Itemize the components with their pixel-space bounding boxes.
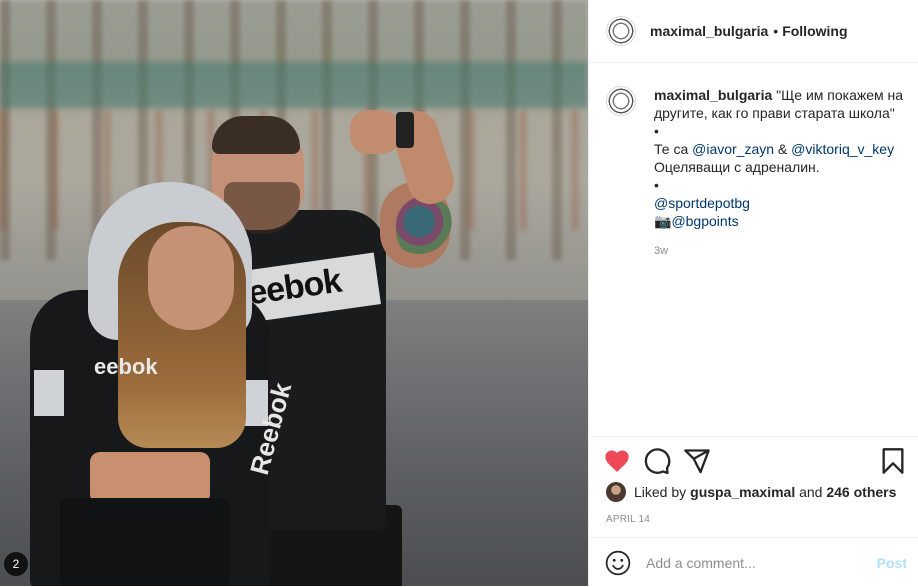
post-side-panel: maximal_bulgaria • Following maximal_bul… xyxy=(588,0,918,586)
mention-bgpoints[interactable]: @bgpoints xyxy=(671,213,738,229)
man-watch xyxy=(396,112,414,148)
camera-emoji: 📷 xyxy=(654,213,672,229)
following-button[interactable]: Following xyxy=(782,23,847,39)
woman-top-logo: eebok xyxy=(94,354,158,379)
woman-sleeve-stripe-left xyxy=(34,370,64,416)
header-username[interactable]: maximal_bulgaria xyxy=(650,23,768,39)
man-tattoo xyxy=(396,196,454,260)
woman-midriff xyxy=(90,452,210,504)
background-scaffold xyxy=(0,62,588,108)
profile-avatar[interactable] xyxy=(606,16,636,46)
caption-line-2-mid: & xyxy=(774,141,792,157)
comment-input[interactable]: Add a comment... xyxy=(646,555,877,571)
caption-line-2-prefix: Те са xyxy=(654,141,693,157)
mention-viktoriq-v-key[interactable]: @viktoriq_v_key xyxy=(791,141,894,157)
caption-line-3: Оцеляващи с адреналин. xyxy=(654,159,820,175)
post-header: maximal_bulgaria • Following xyxy=(589,0,918,63)
man-fist xyxy=(350,110,400,154)
post-button[interactable]: Post xyxy=(877,555,907,571)
likes-line: Liked by guspa_maximal and 246 others xyxy=(606,482,896,502)
post-photo[interactable]: eebok eebok Reebok 2 xyxy=(0,0,588,586)
share-icon[interactable] xyxy=(683,447,711,475)
caption-avatar[interactable] xyxy=(606,86,636,116)
comment-icon[interactable] xyxy=(643,447,671,475)
bookmark-icon[interactable] xyxy=(879,447,907,475)
man-hair xyxy=(212,116,300,154)
likes-prefix: Liked by xyxy=(634,484,687,500)
action-bar xyxy=(589,436,918,485)
liker-username[interactable]: guspa_maximal xyxy=(690,484,795,500)
liker-avatar[interactable] xyxy=(606,482,626,502)
emoji-icon[interactable] xyxy=(605,550,631,576)
caption-bullet-2: • xyxy=(654,177,659,193)
caption-timestamp[interactable]: 3w xyxy=(654,242,906,260)
woman-face xyxy=(148,226,234,330)
caption-comment: maximal_bulgaria "Ще им покажем на други… xyxy=(606,86,906,260)
caption-bullet-1: • xyxy=(654,123,659,139)
comment-bar: Add a comment... Post xyxy=(589,537,918,587)
heart-filled-icon[interactable] xyxy=(603,447,631,475)
mention-iavor-zayn[interactable]: @iavor_zayn xyxy=(692,141,774,157)
likes-mid: and xyxy=(795,484,827,500)
caption-username[interactable]: maximal_bulgaria xyxy=(654,87,772,103)
corner-badge: 2 xyxy=(4,552,28,576)
likes-count[interactable]: 246 others xyxy=(826,484,896,500)
instagram-post: eebok eebok Reebok 2 maximal_bulgaria • … xyxy=(0,0,918,586)
mention-sportdepotbg[interactable]: @sportdepotbg xyxy=(654,195,750,211)
header-separator: • xyxy=(773,23,779,39)
caption-text: maximal_bulgaria "Ще им покажем на други… xyxy=(654,86,906,260)
woman-leggings xyxy=(60,498,230,586)
post-date[interactable]: APRIL 14 xyxy=(606,514,650,525)
